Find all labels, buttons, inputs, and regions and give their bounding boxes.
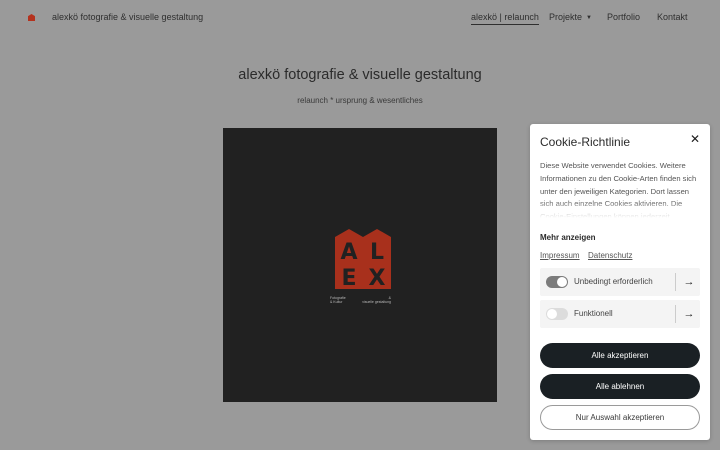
logo-letter-a: A xyxy=(340,240,357,265)
toggle-knob xyxy=(557,277,567,287)
category-label: Unbedingt erforderlich xyxy=(574,277,653,286)
show-more-link[interactable]: Mehr anzeigen xyxy=(540,233,596,242)
hero-caption-left-line: & Kultur xyxy=(330,300,343,304)
hero-image: A L E X Fotografie & Kultur & visuelle g… xyxy=(223,128,497,402)
logo-mark-icon[interactable] xyxy=(28,14,35,21)
toggle-knob xyxy=(547,309,557,319)
page-title: alexkö fotografie & visuelle gestaltung xyxy=(238,67,482,83)
logo-letter-e: E xyxy=(341,266,356,291)
category-label: Funktionell xyxy=(574,309,613,318)
nav-item-projekte[interactable]: Projekte ▼ xyxy=(549,12,592,22)
site-header: alexkö fotografie & visuelle gestaltung … xyxy=(0,0,720,38)
arrow-right-icon[interactable]: → xyxy=(680,304,698,324)
divider xyxy=(675,273,676,291)
necessary-toggle[interactable] xyxy=(546,276,568,288)
cookie-title: Cookie-Richtlinie xyxy=(540,135,631,149)
reject-all-button[interactable]: Alle ablehnen xyxy=(540,374,700,399)
accept-selection-button[interactable]: Nur Auswahl akzeptieren xyxy=(540,405,700,430)
chevron-down-icon: ▼ xyxy=(586,15,592,21)
hero-caption-right: & visuelle gestaltung xyxy=(360,296,391,304)
close-icon[interactable]: ✕ xyxy=(688,132,702,146)
divider xyxy=(675,305,676,323)
logo-letter-x: X xyxy=(369,266,386,291)
cookie-panel: Cookie-Richtlinie ✕ Diese Website verwen… xyxy=(530,124,710,440)
datenschutz-link[interactable]: Datenschutz xyxy=(588,251,632,260)
functional-toggle[interactable] xyxy=(546,308,568,320)
category-row-functional: Funktionell → xyxy=(540,300,700,328)
nav-item-projekte-label: Projekte xyxy=(549,12,583,22)
page-subtitle: relaunch * ursprung & wesentliches xyxy=(297,96,423,105)
arrow-right-icon[interactable]: → xyxy=(680,272,698,292)
logo-letter-l: L xyxy=(370,240,384,265)
site-name[interactable]: alexkö fotografie & visuelle gestaltung xyxy=(52,12,203,22)
hero-caption-right-line: visuelle gestaltung xyxy=(362,300,391,304)
impressum-link[interactable]: Impressum xyxy=(540,251,580,260)
nav-item-portfolio[interactable]: Portfolio xyxy=(607,12,640,22)
alex-logo: A L E X xyxy=(335,229,391,291)
text-fade xyxy=(540,200,702,218)
nav-item-kontakt[interactable]: Kontakt xyxy=(657,12,688,22)
hero-caption-left: Fotografie & Kultur xyxy=(330,296,346,304)
accept-all-button[interactable]: Alle akzeptieren xyxy=(540,343,700,368)
nav-item-relaunch[interactable]: alexkö | relaunch xyxy=(471,12,539,25)
category-row-necessary: Unbedingt erforderlich → xyxy=(540,268,700,296)
cookie-description: Diese Website verwendet Cookies. Weitere… xyxy=(540,160,702,218)
